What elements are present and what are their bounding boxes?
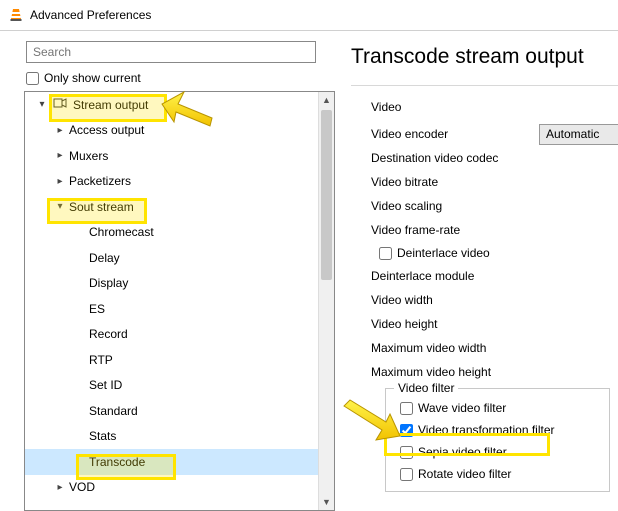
tree-label: Display	[87, 276, 128, 290]
filter-transform-checkbox[interactable]	[400, 424, 413, 437]
tree-label: Sout stream	[67, 200, 134, 214]
tree-label: Stats	[87, 429, 116, 443]
window-title: Advanced Preferences	[30, 8, 151, 22]
filter-rotate-checkbox[interactable]	[400, 468, 413, 481]
video-encoder-value: Automatic	[546, 127, 599, 141]
filter-wave-checkbox[interactable]	[400, 402, 413, 415]
tree-label: Chromecast	[87, 225, 154, 239]
dest-codec-label: Destination video codec	[371, 151, 498, 165]
panel-title: Transcode stream output	[351, 45, 618, 69]
tree-label: Muxers	[67, 149, 108, 163]
deinterlace-label: Deinterlace video	[397, 246, 490, 260]
tree-item-rtp[interactable]: RTP	[25, 347, 318, 373]
tree-label: Delay	[87, 251, 120, 265]
chevron-right-icon: ▸	[53, 482, 67, 493]
panel-divider	[351, 85, 618, 86]
tree-item-delay[interactable]: Delay	[25, 245, 318, 271]
tree-item-record[interactable]: Record	[25, 322, 318, 348]
tree-label: RTP	[87, 353, 113, 367]
search-container	[26, 41, 327, 63]
search-input[interactable]	[26, 41, 316, 63]
tree-label: ES	[87, 302, 105, 316]
video-encoder-dropdown[interactable]: Automatic	[539, 124, 618, 145]
tree-item-es[interactable]: ES	[25, 296, 318, 322]
tree-item-standard[interactable]: Standard	[25, 398, 318, 424]
filter-sepia-label: Sepia video filter	[418, 445, 507, 459]
chevron-down-icon: ▾	[35, 99, 49, 110]
video-filter-legend: Video filter	[394, 381, 458, 395]
tree-item-sout-stream[interactable]: ▾ Sout stream	[25, 194, 318, 220]
scroll-thumb[interactable]	[321, 110, 332, 280]
titlebar: Advanced Preferences	[0, 0, 618, 30]
height-label: Video height	[371, 317, 438, 331]
tree-label: Record	[87, 327, 128, 341]
deint-module-label: Deinterlace module	[371, 269, 474, 283]
tree-item-stats[interactable]: Stats	[25, 424, 318, 450]
tree-label: Packetizers	[67, 174, 131, 188]
tree-label: VOD	[67, 480, 95, 494]
tree-item-vod[interactable]: ▸ VOD	[25, 475, 318, 501]
stream-output-icon	[49, 96, 71, 113]
video-group-label: Video	[371, 100, 618, 114]
chevron-right-icon: ▸	[53, 125, 67, 136]
tree-item-chromecast[interactable]: Chromecast	[25, 220, 318, 246]
scroll-down-icon[interactable]: ▼	[319, 494, 334, 510]
tree-item-stream-output[interactable]: ▾ Stream output	[25, 92, 318, 118]
only-show-current-label: Only show current	[44, 71, 141, 85]
tree-container: ▾ Stream output ▸ Access output ▸ Muxers	[24, 91, 335, 511]
tree-label: Access output	[67, 123, 144, 137]
tree-item-transcode[interactable]: Transcode	[25, 449, 318, 475]
chevron-right-icon: ▸	[53, 176, 67, 187]
vlc-icon	[8, 7, 24, 23]
scaling-label: Video scaling	[371, 199, 442, 213]
tree-item-packetizers[interactable]: ▸ Packetizers	[25, 169, 318, 195]
deinterlace-checkbox[interactable]	[379, 247, 392, 260]
filter-sepia-checkbox[interactable]	[400, 446, 413, 459]
tree-item-muxers[interactable]: ▸ Muxers	[25, 143, 318, 169]
tree-label: Stream output	[71, 98, 148, 112]
tree-label: Set ID	[87, 378, 122, 392]
video-encoder-label: Video encoder	[371, 127, 539, 141]
tree-label: Standard	[87, 404, 138, 418]
chevron-right-icon: ▸	[53, 150, 67, 161]
tree-item-access-output[interactable]: ▸ Access output	[25, 118, 318, 144]
tree-scrollbar[interactable]: ▲ ▼	[318, 92, 334, 510]
video-filter-group: Video filter Wave video filter Video tra…	[385, 388, 610, 492]
tree-item-display[interactable]: Display	[25, 271, 318, 297]
max-height-label: Maximum video height	[371, 365, 491, 379]
width-label: Video width	[371, 293, 433, 307]
chevron-down-icon: ▾	[53, 201, 67, 212]
bitrate-label: Video bitrate	[371, 175, 438, 189]
tree-item-set-id[interactable]: Set ID	[25, 373, 318, 399]
framerate-label: Video frame-rate	[371, 223, 460, 237]
scroll-up-icon[interactable]: ▲	[319, 92, 334, 108]
filter-transform-label: Video transformation filter	[418, 423, 555, 437]
filter-wave-label: Wave video filter	[418, 401, 506, 415]
filter-rotate-label: Rotate video filter	[418, 467, 511, 481]
tree-label: Transcode	[87, 455, 145, 469]
only-show-current-checkbox[interactable]	[26, 72, 39, 85]
max-width-label: Maximum video width	[371, 341, 486, 355]
